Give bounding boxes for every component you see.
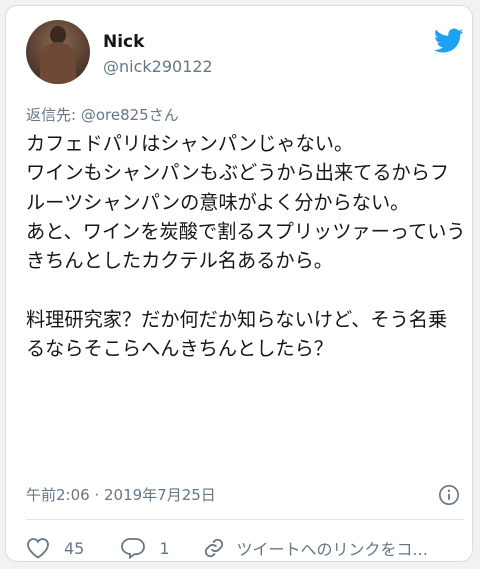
tweet-actions: 45 1 ツイートへのリンクをコ... <box>26 533 428 563</box>
reply-icon <box>121 538 146 559</box>
tweet-text: カフェドパリはシャンパンじゃない。 ワインもシャンパンもぶどうから出来てるからフ… <box>26 132 466 361</box>
copy-link-action[interactable]: ツイートへのリンクをコ... <box>203 536 428 560</box>
user-handle[interactable]: @nick290122 <box>103 57 213 76</box>
display-name[interactable]: Nick <box>103 32 144 52</box>
avatar-torso <box>40 42 76 84</box>
like-action[interactable]: 45 <box>26 537 84 559</box>
like-count: 45 <box>64 538 85 558</box>
twitter-bird-icon[interactable] <box>434 28 464 54</box>
copy-link-label: ツイートへのリンクをコ... <box>236 540 428 559</box>
tweet-card: Nick @nick290122 返信先: @ore825さん カフェドパリはシ… <box>5 5 473 562</box>
avatar[interactable] <box>26 20 90 84</box>
info-icon[interactable] <box>438 484 460 506</box>
divider <box>26 519 464 520</box>
reply-to-label[interactable]: 返信先: @ore825さん <box>26 104 179 125</box>
reply-count: 1 <box>159 538 170 558</box>
tweet-timestamp[interactable]: 午前2:06 · 2019年7月25日 <box>26 484 216 505</box>
reply-action[interactable]: 1 <box>121 537 170 559</box>
heart-icon <box>27 538 49 559</box>
link-icon <box>204 538 223 558</box>
